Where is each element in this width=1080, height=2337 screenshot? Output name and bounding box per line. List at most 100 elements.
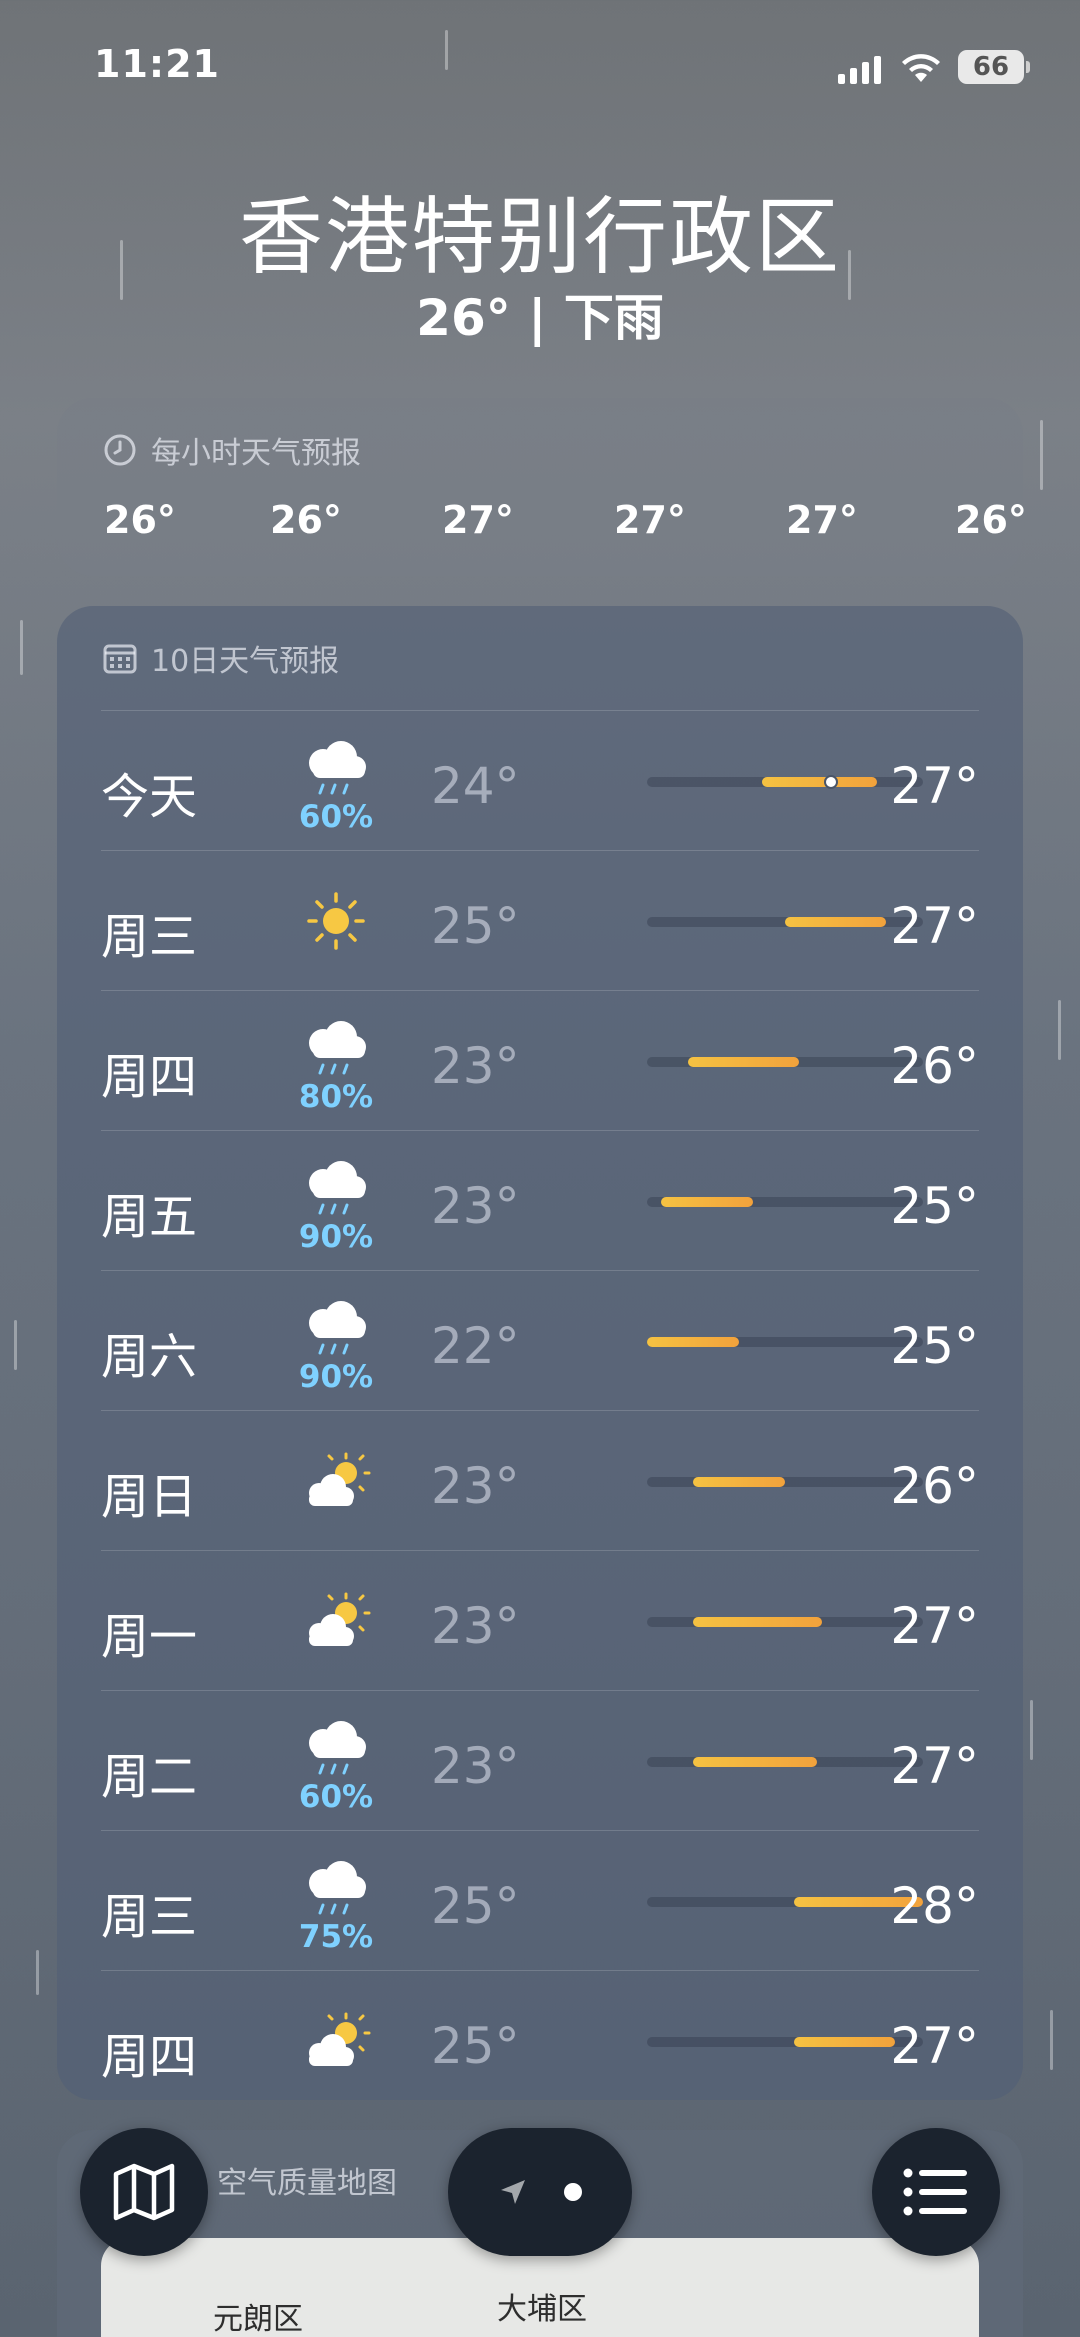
current-temp-dot bbox=[824, 775, 838, 789]
low-temp: 22° bbox=[431, 1317, 520, 1375]
rain-cloud-icon bbox=[301, 1159, 371, 1219]
temp-range-track bbox=[647, 1337, 923, 1347]
daily-rows: 今天 60% 24° 27° 周三 25° 27° 周四 80% 23° 26°… bbox=[101, 710, 979, 2110]
map-label: 元朗区 bbox=[213, 2302, 303, 2337]
daily-row[interactable]: 周二 60% 23° 27° bbox=[101, 1690, 979, 1830]
daily-row[interactable]: 周日 23° 26° bbox=[101, 1410, 979, 1550]
day-label: 周一 bbox=[101, 1609, 198, 1665]
low-temp: 24° bbox=[431, 757, 520, 815]
day-label: 周四 bbox=[101, 1049, 198, 1105]
temp-range-bar bbox=[693, 1477, 785, 1487]
high-temp: 27° bbox=[890, 2017, 979, 2075]
day-label: 周三 bbox=[101, 1889, 198, 1945]
high-temp: 25° bbox=[890, 1177, 979, 1235]
temp-range-bar bbox=[794, 2037, 896, 2047]
high-temp: 25° bbox=[890, 1317, 979, 1375]
day-label: 周三 bbox=[101, 909, 198, 965]
high-temp: 27° bbox=[890, 1597, 979, 1655]
temp-range-bar bbox=[647, 1337, 739, 1347]
sun-icon bbox=[301, 891, 371, 951]
high-temp: 26° bbox=[890, 1457, 979, 1515]
status-bar: 11:21 66 bbox=[0, 0, 1080, 130]
hour-temp: 26° bbox=[955, 498, 1027, 542]
temp-range-bar bbox=[693, 1757, 818, 1767]
precip-chance: 90% bbox=[298, 1359, 374, 1395]
low-temp: 25° bbox=[431, 897, 520, 955]
temp-range-bar bbox=[688, 1057, 799, 1067]
low-temp: 23° bbox=[431, 1177, 520, 1235]
high-temp: 27° bbox=[890, 897, 979, 955]
low-temp: 23° bbox=[431, 1597, 520, 1655]
daily-row[interactable]: 周三 75% 25° 28° bbox=[101, 1830, 979, 1970]
low-temp: 23° bbox=[431, 1737, 520, 1795]
rain-cloud-icon bbox=[301, 739, 371, 799]
hour-temp: 27° bbox=[614, 498, 686, 542]
precip-chance: 80% bbox=[298, 1079, 374, 1115]
hourly-temps: 26° 26° 27° 27° 27° 26° bbox=[57, 498, 1027, 558]
map-button[interactable] bbox=[80, 2128, 208, 2256]
temp-range-bar bbox=[693, 1617, 822, 1627]
high-temp: 27° bbox=[890, 757, 979, 815]
day-label: 周六 bbox=[101, 1329, 198, 1385]
daily-row[interactable]: 周三 25° 27° bbox=[101, 850, 979, 990]
hourly-forecast-card[interactable]: 每小时天气预报 26° 26° 27° 27° 27° 26° bbox=[57, 398, 1027, 576]
day-label: 周日 bbox=[101, 1469, 198, 1525]
temp-range-track bbox=[647, 1897, 923, 1907]
page-dot bbox=[564, 2183, 582, 2201]
temp-range-bar bbox=[660, 1197, 753, 1207]
low-temp: 25° bbox=[431, 2017, 520, 2075]
day-label: 周四 bbox=[101, 2029, 198, 2085]
day-label: 周五 bbox=[101, 1189, 198, 1245]
location-arrow-icon bbox=[501, 2180, 525, 2204]
rain-cloud-icon bbox=[301, 1299, 371, 1359]
temp-range-bar bbox=[785, 917, 887, 927]
list-icon bbox=[903, 2168, 967, 2216]
current-summary: 26° | 下雨 bbox=[416, 289, 664, 347]
low-temp: 23° bbox=[431, 1037, 520, 1095]
hourly-title: 每小时天气预报 bbox=[151, 436, 361, 471]
day-label: 今天 bbox=[101, 769, 198, 825]
low-temp: 25° bbox=[431, 1877, 520, 1935]
battery-indicator: 66 bbox=[958, 50, 1030, 84]
temp-range-bar bbox=[762, 777, 877, 787]
hour-temp: 27° bbox=[786, 498, 858, 542]
hour-temp: 27° bbox=[442, 498, 514, 542]
partly-sunny-icon bbox=[301, 1451, 371, 1511]
map-card-title: 空气质量地图 bbox=[217, 2166, 397, 2201]
map-label: 大埔区 bbox=[497, 2292, 587, 2327]
rain-cloud-icon bbox=[301, 1859, 371, 1919]
daily-row[interactable]: 今天 60% 24° 27° bbox=[101, 710, 979, 850]
precip-chance: 75% bbox=[298, 1919, 374, 1955]
ten-day-forecast-card[interactable]: 10日天气预报 今天 60% 24° 27° 周三 25° 27° 周四 80%… bbox=[57, 606, 1023, 2100]
location-list-button[interactable] bbox=[872, 2128, 1000, 2256]
precip-chance: 60% bbox=[298, 799, 374, 835]
high-temp: 27° bbox=[890, 1737, 979, 1795]
daily-header: 10日天气预报 bbox=[103, 636, 339, 680]
partly-sunny-icon bbox=[301, 2011, 371, 2071]
precip-chance: 90% bbox=[298, 1219, 374, 1255]
daily-row[interactable]: 周六 90% 22° 25° bbox=[101, 1270, 979, 1410]
map-card-header: 空气质量地图 bbox=[217, 2158, 397, 2202]
daily-row[interactable]: 周四 80% 23° 26° bbox=[101, 990, 979, 1130]
high-temp: 26° bbox=[890, 1037, 979, 1095]
daily-title: 10日天气预报 bbox=[151, 644, 340, 679]
temp-range-track bbox=[647, 1617, 923, 1627]
map-icon bbox=[113, 2163, 175, 2221]
hour-temp: 26° bbox=[270, 498, 342, 542]
rain-cloud-icon bbox=[301, 1719, 371, 1779]
hour-temp: 26° bbox=[104, 498, 176, 542]
partly-sunny-icon bbox=[301, 1591, 371, 1651]
location-name: 香港特别行政区 bbox=[238, 188, 841, 286]
clock-time: 11:21 bbox=[94, 42, 220, 86]
high-temp: 28° bbox=[890, 1877, 979, 1935]
location-pager[interactable] bbox=[448, 2128, 632, 2256]
daily-row[interactable]: 周一 23° 27° bbox=[101, 1550, 979, 1690]
day-label: 周二 bbox=[101, 1749, 198, 1805]
temp-range-track bbox=[647, 1477, 923, 1487]
temp-range-track bbox=[647, 1057, 923, 1067]
daily-row[interactable]: 周五 90% 23° 25° bbox=[101, 1130, 979, 1270]
hourly-header: 每小时天气预报 bbox=[103, 428, 361, 472]
wifi-icon bbox=[902, 54, 940, 82]
low-temp: 23° bbox=[431, 1457, 520, 1515]
daily-row[interactable]: 周四 25° 27° bbox=[101, 1970, 979, 2110]
